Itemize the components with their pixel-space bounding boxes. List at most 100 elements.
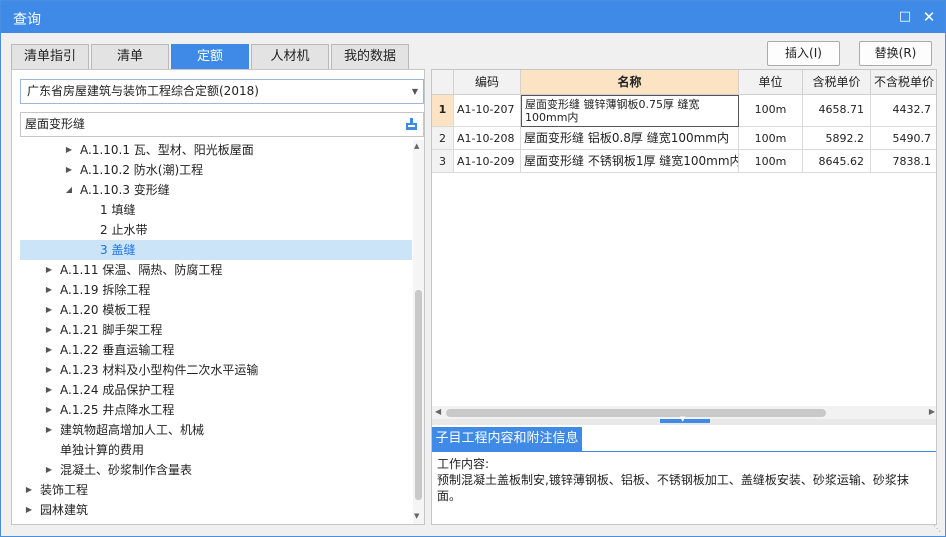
tree-node[interactable]: ▶ 建筑物超高增加人工、机械 xyxy=(20,420,412,440)
library-select-value: 广东省房屋建筑与装饰工程综合定额(2018) xyxy=(27,84,259,98)
tree-node[interactable]: ▶ A.1.19 拆除工程 xyxy=(20,280,412,300)
table-row[interactable]: 1 A1-10-207 屋面变形缝 镀锌薄钢板0.75厚 缝宽100mm内 10… xyxy=(432,95,936,127)
tree-collapsed-icon[interactable]: ▶ xyxy=(44,380,54,400)
scroll-left-icon[interactable]: ◀ xyxy=(435,407,441,416)
tree-node[interactable]: ▶ A.1.24 成品保护工程 xyxy=(20,380,412,400)
col-header-unit[interactable]: 单位 xyxy=(739,70,803,95)
tree-collapsed-icon[interactable]: ▶ xyxy=(64,140,74,160)
tree-node[interactable]: ▶ A.1.10.2 防水(潮)工程 xyxy=(20,160,412,180)
cell-unit[interactable]: 100m xyxy=(739,150,803,173)
tree-node[interactable]: ▶ A.1.10.1 瓦、型材、阳光板屋面 xyxy=(20,140,412,160)
insert-button[interactable]: 插入(I) xyxy=(767,41,840,66)
title-bar[interactable]: 查询 □ ✕ xyxy=(1,1,945,33)
tree-collapsed-icon[interactable]: ▶ xyxy=(44,320,54,340)
info-heading: 工作内容: xyxy=(437,457,490,471)
close-icon[interactable]: ✕ xyxy=(921,9,937,25)
col-header-tax-price[interactable]: 含税单价 xyxy=(803,70,871,95)
cell-notax-price[interactable]: 5490.7 xyxy=(871,127,936,150)
cell-tax-price[interactable]: 4658.71 xyxy=(803,95,871,127)
cell-unit[interactable]: 100m xyxy=(739,95,803,127)
tree-node[interactable]: ▶ A.1.22 垂直运输工程 xyxy=(20,340,412,360)
table-row[interactable]: 2 A1-10-208 屋面变形缝 铝板0.8厚 缝宽100mm内 100m 5… xyxy=(432,127,936,150)
scrollbar-thumb[interactable] xyxy=(415,290,422,500)
col-header-notax-price[interactable]: 不含税单价 xyxy=(871,70,936,95)
tree-node[interactable]: ▶ A.1.23 材料及小型构件二次水平运输 xyxy=(20,360,412,380)
tree-node[interactable]: ▶ 装饰工程 xyxy=(20,480,412,500)
tree-node[interactable]: ◢ A.1.10.3 变形缝 xyxy=(20,180,412,200)
scrollbar-thumb[interactable] xyxy=(446,409,826,417)
tree-collapsed-icon[interactable]: ▶ xyxy=(44,400,54,420)
scroll-up-icon[interactable]: ▲ xyxy=(414,142,419,150)
table-row[interactable]: 3 A1-10-209 屋面变形缝 不锈钢板1厚 缝宽100mm内 100m 8… xyxy=(432,150,936,173)
tree-node-label: A.1.10.2 防水(潮)工程 xyxy=(80,163,204,177)
row-number: 3 xyxy=(432,150,454,173)
tree-collapsed-icon[interactable]: ▶ xyxy=(44,340,54,360)
tree-node-label: A.1.21 脚手架工程 xyxy=(60,323,163,337)
cell-code[interactable]: A1-10-207 xyxy=(454,95,521,127)
tree-node[interactable]: ▶ A.1.25 井点降水工程 xyxy=(20,400,412,420)
tab-item-info[interactable]: 子目工程内容和附注信息 xyxy=(432,427,582,451)
chevron-down-icon[interactable]: ▼ xyxy=(680,415,685,423)
search-input[interactable]: 屋面变形缝 xyxy=(20,112,424,137)
tree-collapsed-icon[interactable]: ▶ xyxy=(24,500,34,520)
tab-list-guide[interactable]: 清单指引 xyxy=(11,44,89,69)
cell-unit[interactable]: 100m xyxy=(739,127,803,150)
cell-notax-price[interactable]: 4432.7 xyxy=(871,95,936,127)
tab-my-data[interactable]: 我的数据 xyxy=(331,44,409,69)
tree-node[interactable]: 1 填缝 xyxy=(20,200,412,220)
tree-node[interactable]: 3 盖缝 xyxy=(20,240,412,260)
cell-notax-price[interactable]: 7838.1 xyxy=(871,150,936,173)
cell-name[interactable]: 屋面变形缝 不锈钢板1厚 缝宽100mm内 xyxy=(521,150,739,173)
tree-collapsed-icon[interactable]: ▶ xyxy=(24,480,34,500)
tree-node[interactable]: ▶ A.1.20 模板工程 xyxy=(20,300,412,320)
library-select[interactable]: 广东省房屋建筑与装饰工程综合定额(2018) ▼ xyxy=(20,79,424,104)
tree-node-label: 3 盖缝 xyxy=(100,243,136,257)
tab-list[interactable]: 清单 xyxy=(91,44,169,69)
tree-collapsed-icon[interactable]: ▶ xyxy=(44,420,54,440)
row-number: 2 xyxy=(432,127,454,150)
left-panel: 广东省房屋建筑与装饰工程综合定额(2018) ▼ 屋面变形缝 ▶ A.1.10.1… xyxy=(11,69,425,525)
info-content: 工作内容: 预制混凝土盖板制安,镀锌薄钢板、铝板、不锈钢板加工、盖缝板安装、砂浆… xyxy=(437,456,927,504)
cell-tax-price[interactable]: 8645.62 xyxy=(803,150,871,173)
tree-node-label: 单独计算的费用 xyxy=(60,443,145,457)
replace-button[interactable]: 替换(R) xyxy=(859,41,932,66)
query-dialog: 查询 □ ✕ 清单指引 清单 定额 人材机 我的数据 插入(I) 替换(R) 广… xyxy=(0,0,946,537)
maximize-icon[interactable]: □ xyxy=(897,9,913,25)
cell-name[interactable]: 屋面变形缝 镀锌薄钢板0.75厚 缝宽100mm内 xyxy=(521,95,739,127)
col-header-code[interactable]: 编码 xyxy=(454,70,521,95)
search-icon[interactable] xyxy=(405,117,418,131)
quota-grid: 编码 名称 单位 含税单价 不含税单价 1 A1-10-207 屋面变形缝 镀锌… xyxy=(432,70,936,410)
row-number: 1 xyxy=(432,95,454,127)
cell-code[interactable]: A1-10-208 xyxy=(454,127,521,150)
resize-grip-icon[interactable]: ⋱ xyxy=(933,524,943,534)
tree-collapsed-icon[interactable]: ▶ xyxy=(64,160,74,180)
scroll-right-icon[interactable]: ▶ xyxy=(929,407,935,416)
right-panel: 编码 名称 单位 含税单价 不含税单价 1 A1-10-207 屋面变形缝 镀锌… xyxy=(431,69,937,525)
tree-scrollbar[interactable]: ▲ ▼ xyxy=(413,140,424,524)
tree-node[interactable]: 单独计算的费用 xyxy=(20,440,412,460)
tree-node[interactable]: ▶ 园林建筑 xyxy=(20,500,412,520)
tree-collapsed-icon[interactable]: ▶ xyxy=(44,460,54,480)
tree-collapsed-icon[interactable]: ▶ xyxy=(44,360,54,380)
tree-collapsed-icon[interactable]: ▶ xyxy=(44,280,54,300)
tree-node-label: A.1.11 保温、隔热、防腐工程 xyxy=(60,263,223,277)
cell-code[interactable]: A1-10-209 xyxy=(454,150,521,173)
quota-tree[interactable]: ▶ A.1.10.1 瓦、型材、阳光板屋面 ▶ A.1.10.2 防水(潮)工程 ◢ A.… xyxy=(20,140,412,524)
tree-collapsed-icon[interactable]: ▶ xyxy=(44,260,54,280)
cell-tax-price[interactable]: 5892.2 xyxy=(803,127,871,150)
tree-node[interactable]: 2 止水带 xyxy=(20,220,412,240)
tree-node[interactable]: ▶ 混凝土、砂浆制作含量表 xyxy=(20,460,412,480)
tree-node[interactable]: ▶ A.1.21 脚手架工程 xyxy=(20,320,412,340)
tab-labor-material-machine[interactable]: 人材机 xyxy=(251,44,329,69)
tree-node-label: A.1.24 成品保护工程 xyxy=(60,383,175,397)
scroll-down-icon[interactable]: ▼ xyxy=(414,512,419,520)
tree-collapsed-icon[interactable]: ▶ xyxy=(44,300,54,320)
cell-name[interactable]: 屋面变形缝 铝板0.8厚 缝宽100mm内 xyxy=(521,127,739,150)
tab-quota[interactable]: 定额 xyxy=(171,44,249,69)
tree-expanded-icon[interactable]: ◢ xyxy=(64,180,74,200)
chevron-down-icon[interactable]: ▼ xyxy=(412,80,418,103)
col-header-name[interactable]: 名称 xyxy=(521,70,739,95)
tree-node-label: A.1.23 材料及小型构件二次水平运输 xyxy=(60,363,259,377)
tree-node[interactable]: ▶ A.1.11 保温、隔热、防腐工程 xyxy=(20,260,412,280)
panel-splitter[interactable]: ▼ xyxy=(432,415,936,425)
